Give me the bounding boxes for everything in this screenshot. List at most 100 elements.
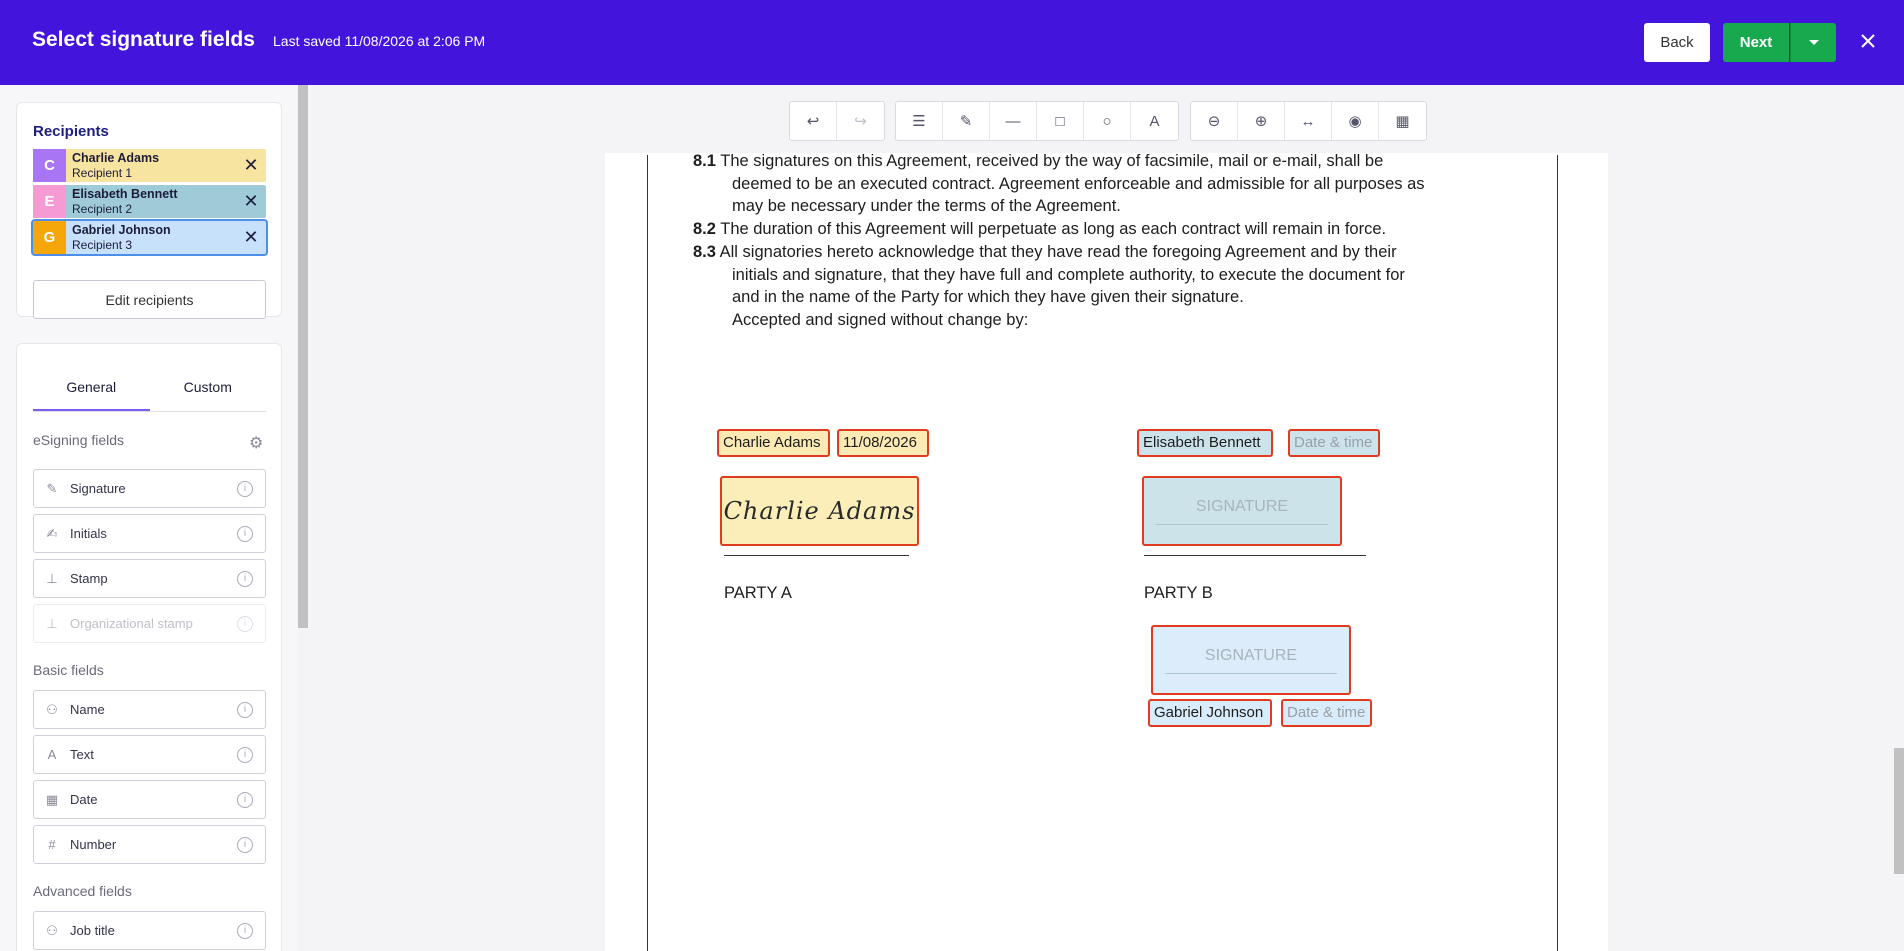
pen-icon: ✎ xyxy=(46,480,58,496)
field-stamp[interactable]: ⊥ Stamp i xyxy=(33,559,266,598)
top-bar: Select signature fields Last saved 11/08… xyxy=(0,0,1904,85)
page-title: Select signature fields xyxy=(32,28,255,51)
signature-value: Charlie Adams xyxy=(723,497,916,525)
line-icon[interactable]: — xyxy=(990,102,1037,140)
clause-8-2: 8.2 The duration of this Agreement will … xyxy=(693,218,1386,241)
date-field-party-b[interactable]: Date & time xyxy=(1288,429,1380,457)
sidebar: Recipients C Charlie Adams Recipient 1 ✕ … xyxy=(0,85,297,951)
draw-toolbar: ☰ ✎ — □ ○ A xyxy=(895,101,1179,141)
field-label: Job title xyxy=(70,923,115,938)
clause-line: The signatures on this Agreement, receiv… xyxy=(720,152,1384,170)
recipient-name: Gabriel Johnson xyxy=(72,222,171,237)
edit-recipients-button[interactable]: Edit recipients xyxy=(33,280,266,319)
info-icon[interactable]: i xyxy=(237,922,253,939)
recipient-name: Elisabeth Bennett xyxy=(72,186,178,201)
info-icon[interactable]: i xyxy=(237,480,253,497)
clause-line: The duration of this Agreement will perp… xyxy=(720,220,1387,238)
close-button[interactable] xyxy=(1856,28,1880,56)
recipient-item[interactable]: E Elisabeth Bennett Recipient 2 ✕ xyxy=(33,185,266,218)
field-label: Stamp xyxy=(70,571,108,586)
info-icon[interactable]: i xyxy=(237,525,253,542)
clause-8-3: 8.3 All signatories hereto acknowledge t… xyxy=(693,241,1405,331)
date-field-party-a[interactable]: 11/08/2026 xyxy=(837,429,929,457)
eye-icon[interactable]: ◉ xyxy=(1332,102,1379,140)
tab-custom[interactable]: Custom xyxy=(150,362,267,411)
field-label: Name xyxy=(70,702,105,717)
zoom-out-icon[interactable]: ⊖ xyxy=(1191,102,1238,140)
view-toolbar: ⊖ ⊕ ↔ ◉ ▦ xyxy=(1190,101,1427,141)
grid-icon[interactable]: ▦ xyxy=(1379,102,1426,140)
field-initials[interactable]: ✍ Initials i xyxy=(33,514,266,553)
remove-recipient-icon[interactable]: ✕ xyxy=(236,227,266,248)
recipients-title: Recipients xyxy=(33,123,109,140)
fit-width-icon[interactable]: ↔ xyxy=(1285,102,1332,140)
menu-lines-icon[interactable]: ☰ xyxy=(896,102,943,140)
rectangle-icon[interactable]: □ xyxy=(1037,102,1084,140)
caret-down-icon xyxy=(1808,39,1819,45)
signature-field-party-a[interactable]: Charlie Adams xyxy=(720,476,919,546)
field-label: Organizational stamp xyxy=(70,616,193,631)
recipient-item[interactable]: G Gabriel Johnson Recipient 3 ✕ xyxy=(31,219,268,256)
text-icon: A xyxy=(47,747,57,762)
esigning-fields-label: eSigning fields xyxy=(33,432,125,448)
remove-recipient-icon[interactable]: ✕ xyxy=(236,191,266,212)
zoom-in-icon[interactable]: ⊕ xyxy=(1238,102,1285,140)
stamp-icon: ⊥ xyxy=(46,570,58,586)
redo-icon[interactable]: ↪ xyxy=(837,102,884,140)
circle-icon[interactable]: ○ xyxy=(1084,102,1131,140)
pencil-icon[interactable]: ✎ xyxy=(943,102,990,140)
text-tool-icon[interactable]: A xyxy=(1131,102,1178,140)
advanced-fields-label: Advanced fields xyxy=(33,883,132,899)
people-icon: ⚇ xyxy=(46,922,58,938)
recipient-role: Recipient 3 xyxy=(72,237,133,252)
org-stamp-icon: ⊥ xyxy=(46,615,58,631)
field-name[interactable]: ⚇ Name i xyxy=(33,690,266,729)
recipient-name: Charlie Adams xyxy=(72,150,160,165)
clause-8-1: 8.1 The signatures on this Agreement, re… xyxy=(693,150,1425,218)
edit-box-icon: ✍ xyxy=(46,525,58,541)
field-date[interactable]: ▦ Date i xyxy=(33,780,266,819)
signature-line-a xyxy=(724,555,909,556)
field-text[interactable]: A Text i xyxy=(33,735,266,774)
recipient-item[interactable]: C Charlie Adams Recipient 1 ✕ xyxy=(33,149,266,182)
info-icon[interactable]: i xyxy=(237,836,253,853)
field-label: Number xyxy=(70,837,117,852)
name-field-recipient-3[interactable]: Gabriel Johnson xyxy=(1148,699,1272,727)
field-job-title[interactable]: ⚇ Job title i xyxy=(33,911,266,950)
tab-general[interactable]: General xyxy=(33,362,150,411)
sidebar-scrollbar[interactable] xyxy=(298,85,308,628)
info-icon: i xyxy=(237,615,253,632)
calendar-icon: ▦ xyxy=(45,791,59,807)
last-saved-status: Last saved 11/08/2026 at 2:06 PM xyxy=(273,33,486,49)
name-field-party-b[interactable]: Elisabeth Bennett xyxy=(1137,429,1273,457)
avatar: C xyxy=(33,149,66,182)
name-field-party-a[interactable]: Charlie Adams xyxy=(717,429,830,457)
info-icon[interactable]: i xyxy=(237,791,253,808)
basic-fields-label: Basic fields xyxy=(33,662,104,678)
field-number[interactable]: # Number i xyxy=(33,825,266,864)
clause-line: and in the name of the Party for which t… xyxy=(732,288,1244,306)
back-button[interactable]: Back xyxy=(1644,23,1710,62)
recipient-role: Recipient 1 xyxy=(72,165,133,180)
party-a-label: PARTY A xyxy=(724,584,792,602)
field-signature[interactable]: ✎ Signature i xyxy=(33,469,266,508)
info-icon[interactable]: i xyxy=(237,570,253,587)
info-icon[interactable]: i xyxy=(237,701,253,718)
close-icon xyxy=(1861,34,1875,48)
info-icon[interactable]: i xyxy=(237,746,253,763)
gear-icon[interactable]: ⚙ xyxy=(249,433,263,453)
field-label: Initials xyxy=(70,526,107,541)
signature-field-recipient-3[interactable]: SIGNATURE xyxy=(1151,625,1351,695)
next-button[interactable]: Next xyxy=(1723,23,1789,62)
clause-line: Accepted and signed without change by: xyxy=(732,310,1029,329)
date-field-recipient-3[interactable]: Date & time xyxy=(1281,699,1372,727)
clause-line: deemed to be an executed contract. Agree… xyxy=(732,174,1425,193)
signature-line-b xyxy=(1144,555,1366,556)
undo-icon[interactable]: ↩ xyxy=(790,102,837,140)
next-dropdown-button[interactable] xyxy=(1790,23,1836,62)
signature-placeholder: SIGNATURE xyxy=(1155,498,1329,525)
clause-number: 8.3 xyxy=(693,243,716,261)
signature-field-party-b[interactable]: SIGNATURE xyxy=(1142,476,1342,546)
remove-recipient-icon[interactable]: ✕ xyxy=(236,155,266,176)
document-scrollbar[interactable] xyxy=(1894,748,1904,874)
